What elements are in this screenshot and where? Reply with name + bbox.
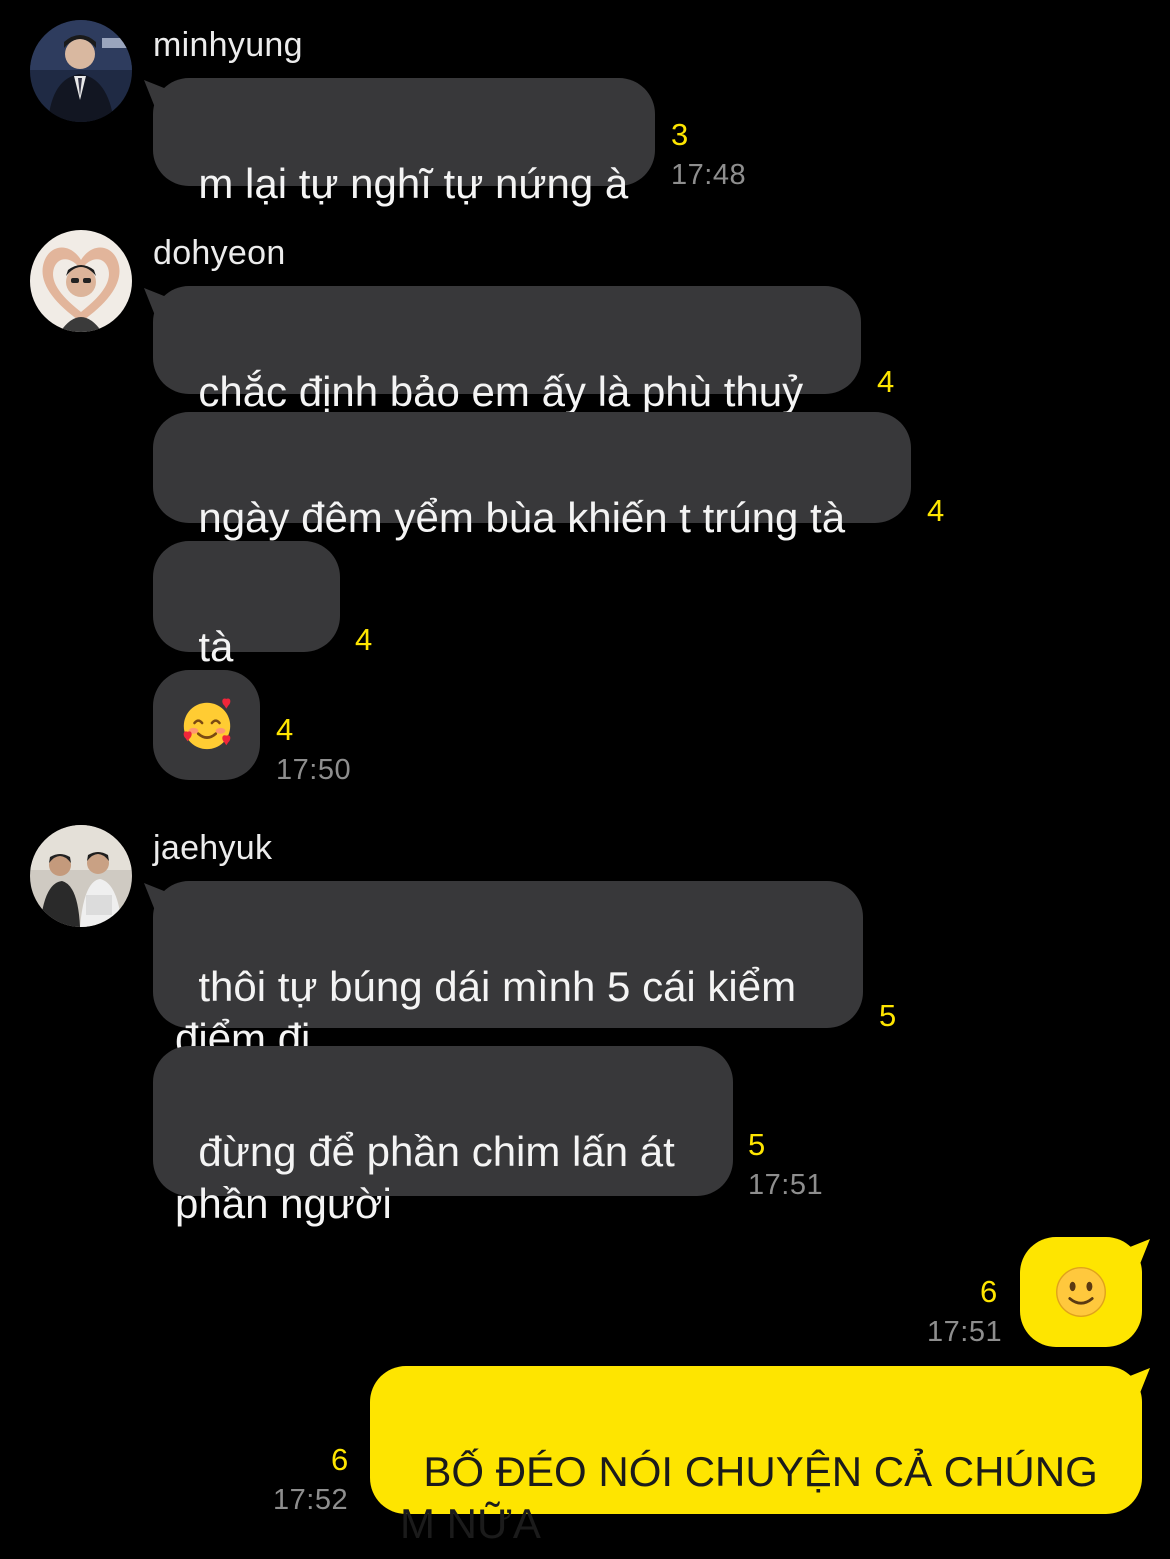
- sender-name: dohyeon: [153, 234, 286, 272]
- unread-count: 5: [879, 998, 897, 1033]
- avatar-jaehyuk[interactable]: [30, 825, 132, 927]
- my-message-bubble[interactable]: BỐ ĐÉO NÓI CHUYỆN CẢ CHÚNG M NỮA: [370, 1366, 1142, 1547]
- unread-count: 3: [671, 117, 689, 152]
- unread-count: 4: [877, 364, 895, 399]
- slightly-smiling-face-emoji: [1056, 1267, 1106, 1317]
- emoji-message-bubble[interactable]: [153, 670, 260, 780]
- message-time: 17:51: [748, 1169, 824, 1201]
- unread-count: 4: [355, 622, 373, 657]
- unread-count: 4: [927, 493, 945, 528]
- unread-count: 6: [980, 1274, 998, 1309]
- message-text: BỐ ĐÉO NÓI CHUYỆN CẢ CHÚNG M NỮA: [400, 1448, 1098, 1547]
- unread-count: 5: [748, 1127, 766, 1162]
- profile-photo-suit-icon: [30, 20, 132, 122]
- message-time: 17:48: [671, 159, 747, 191]
- message-time: 17:51: [927, 1316, 1003, 1348]
- message-text: m lại tự nghĩ tự nứng à: [198, 160, 629, 207]
- sender-name: minhyung: [153, 26, 303, 64]
- message-bubble[interactable]: chắc định bảo em ấy là phù thuỷ: [153, 286, 861, 415]
- avatar-dohyeon[interactable]: [30, 230, 132, 332]
- my-emoji-message-bubble[interactable]: [1020, 1237, 1142, 1347]
- profile-photo-heart-hands-icon: [30, 230, 132, 332]
- message-bubble[interactable]: m lại tự nghĩ tự nứng à: [153, 78, 655, 207]
- message-bubble[interactable]: thôi tự búng dái mình 5 cái kiểm điểm đi: [153, 881, 863, 1062]
- avatar-minhyung[interactable]: [30, 20, 132, 122]
- message-bubble[interactable]: tà dâm: [153, 541, 340, 722]
- profile-photo-group-icon: [30, 825, 132, 927]
- unread-count: 6: [331, 1442, 349, 1477]
- unread-count: 4: [276, 712, 294, 747]
- message-text: đừng để phần chim lấn át phần người: [175, 1128, 675, 1227]
- message-time: 17:52: [273, 1484, 349, 1516]
- message-time: 17:50: [276, 754, 352, 786]
- message-text: ngày đêm yểm bùa khiến t trúng tà: [198, 494, 846, 541]
- message-text: chắc định bảo em ấy là phù thuỷ: [198, 368, 804, 415]
- message-bubble[interactable]: ngày đêm yểm bùa khiến t trúng tà: [153, 412, 911, 541]
- message-bubble[interactable]: đừng để phần chim lấn át phần người: [153, 1046, 733, 1227]
- sender-name: jaehyuk: [153, 829, 273, 867]
- smiling-face-with-hearts-emoji: [183, 698, 230, 750]
